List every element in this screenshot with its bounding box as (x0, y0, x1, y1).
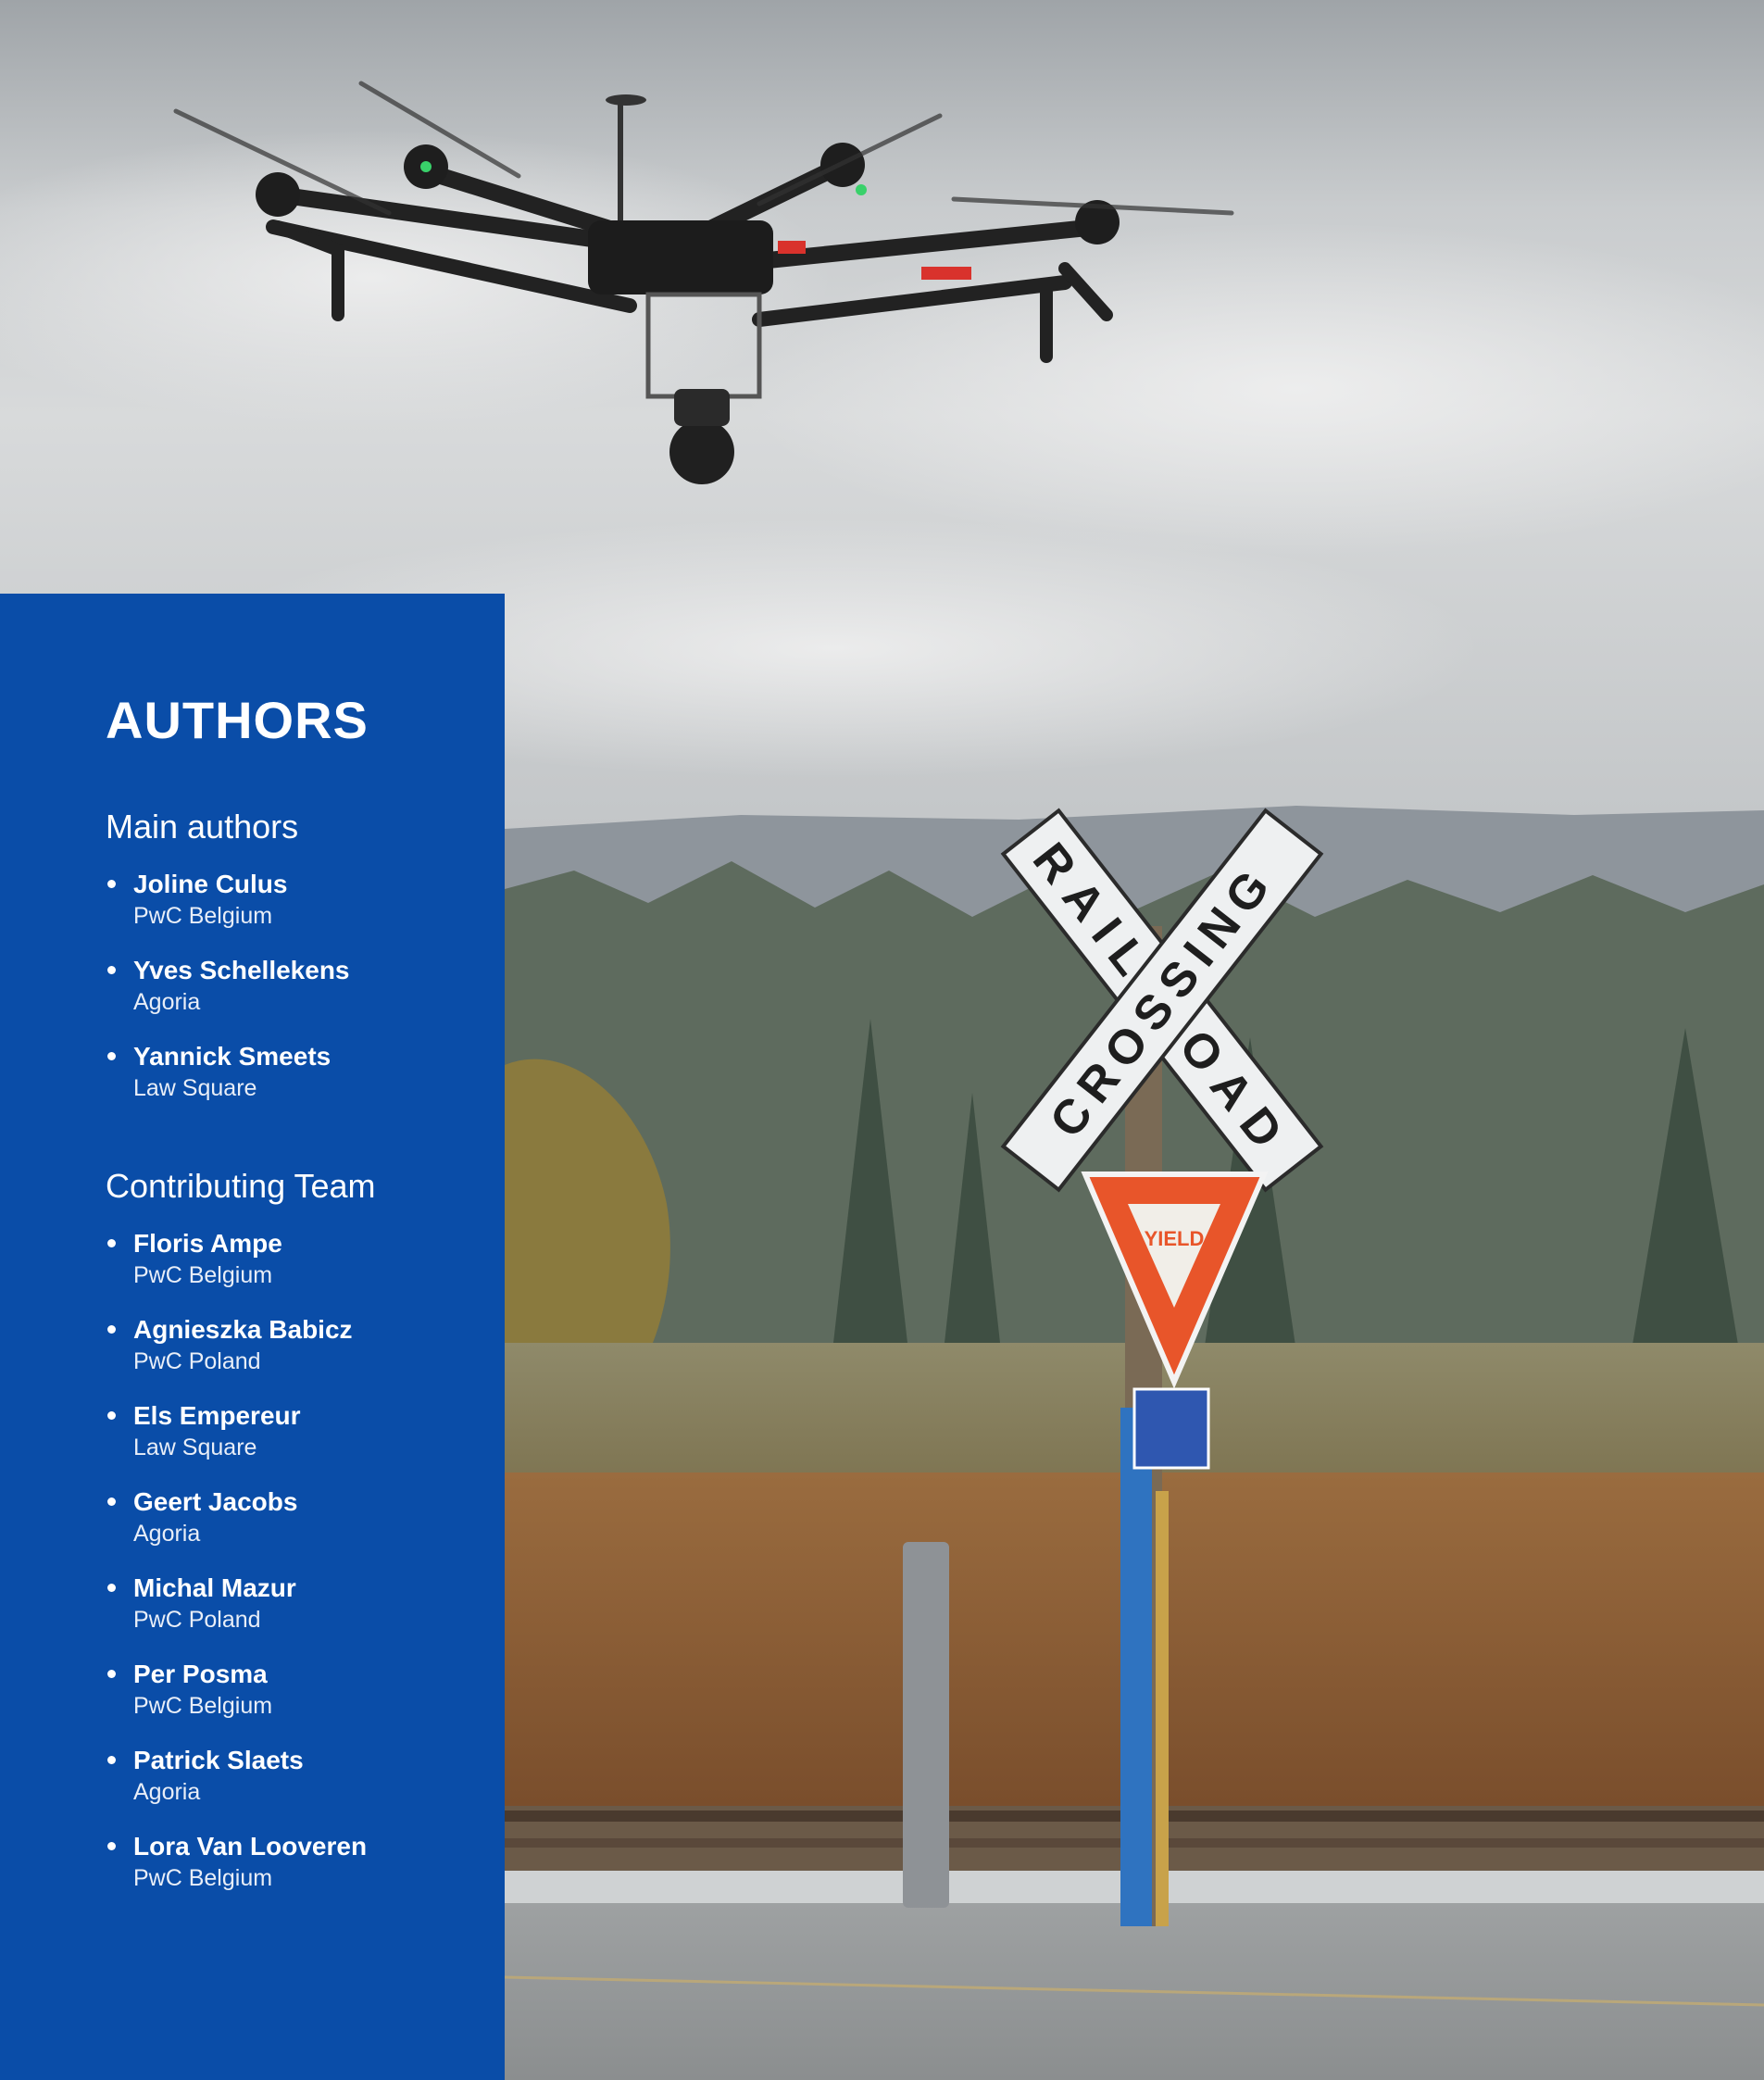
yield-text: YIELD (1145, 1227, 1205, 1250)
contributor-name: Els Empereur (133, 1401, 301, 1430)
bullet-icon (107, 1756, 116, 1764)
list-item: Yannick Smeets Law Square (106, 1041, 350, 1127)
contributor-name: Agnieszka Babicz (133, 1315, 353, 1344)
blue-marker-post (1120, 1408, 1152, 1926)
bullet-icon (107, 966, 116, 974)
list-item: Patrick Slaets Agoria (106, 1745, 367, 1831)
contributor-name: Per Posma (133, 1660, 268, 1688)
info-sign (1132, 1387, 1210, 1470)
main-authors-list: Joline Culus PwC Belgium Yves Schellekens… (106, 869, 350, 1127)
bullet-icon (107, 1842, 116, 1850)
contributor-name: Floris Ampe (133, 1229, 282, 1258)
authors-heading: AUTHORS (106, 691, 369, 749)
contributor-name: Michal Mazur (133, 1573, 296, 1602)
bullet-icon (107, 1670, 116, 1678)
grey-post (903, 1542, 949, 1908)
contributor-organization: Agoria (133, 1779, 201, 1805)
contributor-name: Geert Jacobs (133, 1487, 298, 1516)
list-item: Agnieszka Babicz PwC Poland (106, 1314, 367, 1400)
bullet-icon (107, 880, 116, 888)
list-item: Per Posma PwC Belgium (106, 1659, 367, 1745)
list-item: Els Empereur Law Square (106, 1400, 367, 1486)
bullet-icon (107, 1052, 116, 1060)
author-name: Yannick Smeets (133, 1042, 332, 1071)
author-organization: PwC Belgium (133, 903, 273, 929)
list-item: Geert Jacobs Agoria (106, 1486, 367, 1573)
bullet-icon (107, 1497, 116, 1506)
author-name: Joline Culus (133, 870, 288, 898)
list-item: Floris Ampe PwC Belgium (106, 1228, 367, 1314)
contributor-organization: Law Square (133, 1435, 257, 1460)
bullet-icon (107, 1411, 116, 1420)
author-organization: Law Square (133, 1075, 257, 1101)
bullet-icon (107, 1239, 116, 1247)
author-organization: Agoria (133, 989, 201, 1015)
author-name: Yves Schellekens (133, 956, 350, 984)
contributing-team-list: Floris Ampe PwC Belgium Agnieszka Babicz P… (106, 1228, 367, 1917)
bullet-icon (107, 1584, 116, 1592)
list-item: Lora Van Looveren PwC Belgium (106, 1831, 367, 1917)
contributor-organization: PwC Poland (133, 1348, 261, 1374)
list-item: Joline Culus PwC Belgium (106, 869, 350, 955)
contributor-name: Lora Van Looveren (133, 1832, 368, 1861)
main-authors-title: Main authors (106, 808, 299, 846)
contributor-organization: PwC Poland (133, 1607, 261, 1633)
contributor-organization: PwC Belgium (133, 1262, 273, 1288)
list-item: Michal Mazur PwC Poland (106, 1573, 367, 1659)
list-item: Yves Schellekens Agoria (106, 955, 350, 1041)
contributing-team-title: Contributing Team (106, 1167, 376, 1205)
contributor-organization: Agoria (133, 1521, 201, 1547)
yellow-pole (1156, 1491, 1169, 1926)
bullet-icon (107, 1325, 116, 1334)
contributor-organization: PwC Belgium (133, 1865, 273, 1891)
contributor-organization: PwC Belgium (133, 1693, 273, 1719)
contributor-name: Patrick Slaets (133, 1746, 304, 1774)
